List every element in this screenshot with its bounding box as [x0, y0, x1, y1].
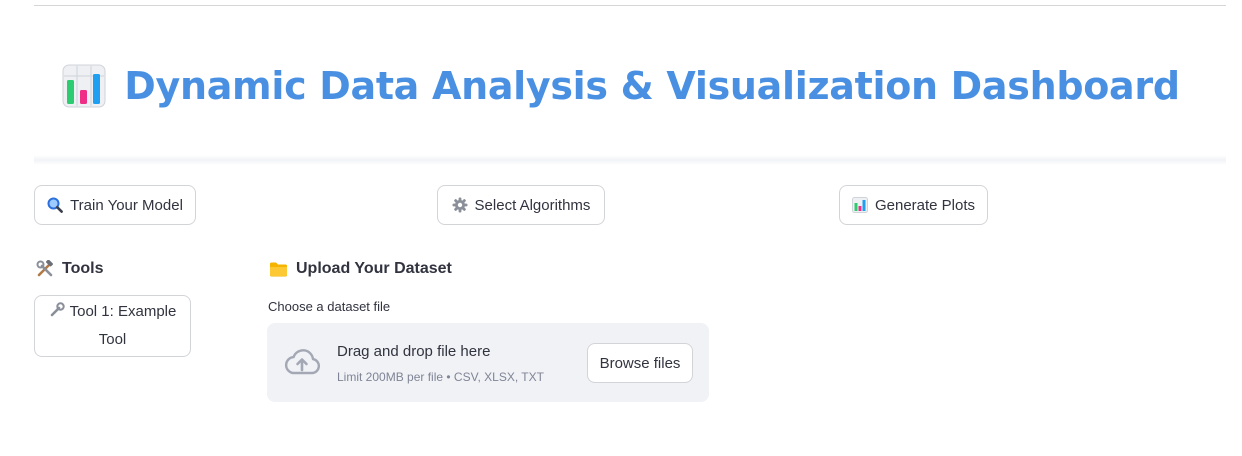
- section-divider: [34, 155, 1226, 165]
- tools-heading-text: Tools: [62, 260, 104, 277]
- select-algorithms-button[interactable]: Select Algorithms: [437, 185, 605, 225]
- bar-chart-icon: [851, 197, 868, 213]
- generate-plots-label: Generate Plots: [874, 196, 976, 214]
- top-divider: [34, 5, 1226, 6]
- file-dropzone[interactable]: Drag and drop file here Limit 200MB per …: [267, 323, 709, 402]
- train-model-button[interactable]: Train Your Model: [34, 185, 196, 225]
- folder-icon: [269, 261, 288, 277]
- generate-plots-button[interactable]: Generate Plots: [839, 185, 988, 225]
- hammer-wrench-icon: [36, 260, 54, 278]
- tools-heading: Tools: [36, 260, 103, 278]
- tool-1-button[interactable]: Tool 1: Example Tool: [34, 295, 191, 357]
- browse-files-button[interactable]: Browse files: [587, 343, 693, 383]
- upload-heading-text: Upload Your Dataset: [296, 260, 452, 277]
- file-uploader-label: Choose a dataset file: [268, 299, 391, 314]
- title-row: Dynamic Data Analysis & Visualization Da…: [0, 56, 1242, 116]
- select-algorithms-label: Select Algorithms: [474, 196, 591, 214]
- dropzone-limit-text: Limit 200MB per file • CSV, XLSX, TXT: [337, 370, 544, 384]
- upload-heading: Upload Your Dataset: [269, 260, 452, 278]
- cloud-upload-icon: [283, 348, 321, 376]
- tool-1-label: Tool 1: Example Tool: [69, 303, 177, 348]
- wrench-icon: [49, 301, 65, 327]
- page-title: Dynamic Data Analysis & Visualization Da…: [124, 64, 1180, 108]
- gear-icon: [452, 197, 468, 213]
- dashboard-page: Dynamic Data Analysis & Visualization Da…: [0, 0, 1242, 456]
- magnifier-icon: [47, 197, 63, 213]
- dropzone-instructions: Drag and drop file here: [337, 343, 491, 360]
- train-model-label: Train Your Model: [70, 196, 183, 214]
- bar-chart-icon: [62, 64, 106, 108]
